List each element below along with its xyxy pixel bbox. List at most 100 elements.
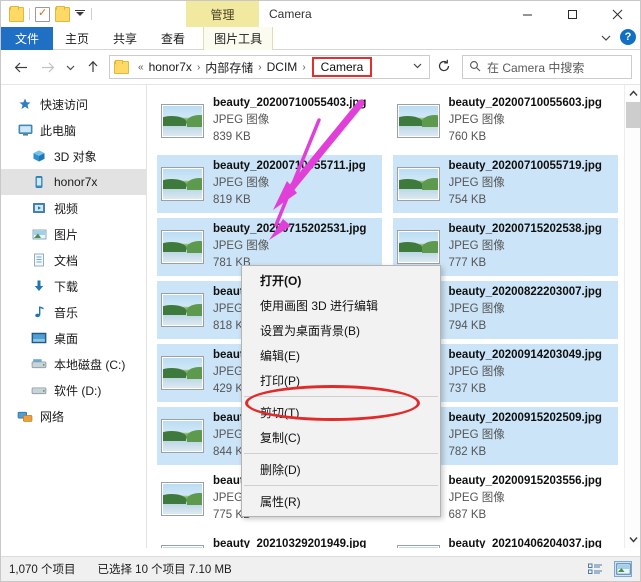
sidebar-item-software-d[interactable]: 软件 (D:): [1, 377, 146, 403]
status-bar: 1,070 个项目 已选择 10 个项目 7.10 MB: [1, 556, 640, 581]
tiles-view-icon[interactable]: [614, 561, 632, 577]
qat-divider: [29, 8, 30, 20]
file-item-text: beauty_20200710055711.jpg JPEG 图像 819 KB: [213, 158, 366, 209]
file-type: JPEG 图像: [213, 114, 270, 126]
file-item-inner[interactable]: beauty_20210329201949.jpgJPEG 图像1.10 MB: [157, 533, 382, 548]
file-item-inner[interactable]: beauty_20200710055719.jpg JPEG 图像 754 KB: [392, 154, 618, 213]
file-thumbnail-icon: [161, 355, 204, 390]
sidebar-item-pictures[interactable]: 图片: [1, 221, 146, 247]
recent-locations-button[interactable]: [61, 55, 79, 79]
file-item-inner[interactable]: beauty_20200710055711.jpg JPEG 图像 819 KB: [157, 154, 382, 213]
context-menu-item[interactable]: 复制(C): [242, 425, 440, 450]
tab-view[interactable]: 查看: [149, 27, 197, 50]
context-menu-item[interactable]: 使用画图 3D 进行编辑: [242, 293, 440, 318]
file-item[interactable]: beauty_20200710055603.jpg JPEG 图像 760 KB: [389, 89, 625, 152]
sidebar-item-this-pc[interactable]: 此电脑: [1, 117, 146, 143]
context-menu-item[interactable]: 设置为桌面背景(B): [242, 318, 440, 343]
sidebar-item-videos[interactable]: 视频: [1, 195, 146, 221]
file-size: 760 KB: [448, 131, 487, 143]
refresh-button[interactable]: [432, 59, 456, 76]
file-thumbnail-icon: [161, 229, 204, 264]
file-item-text: beauty_20200715202538.jpg JPEG 图像 777 KB: [449, 221, 602, 272]
ribbon-tab-strip: 文件 主页 共享 查看 图片工具 ?: [1, 27, 640, 50]
breadcrumb-dropdown-icon[interactable]: [407, 60, 427, 74]
sidebar-item-network[interactable]: 网络: [1, 403, 146, 429]
sidebar-item-local-disk-c[interactable]: 本地磁盘 (C:): [1, 351, 146, 377]
scroll-up-button[interactable]: [625, 85, 640, 102]
search-icon: [469, 60, 481, 75]
breadcrumb-chevron-3[interactable]: ›: [298, 62, 309, 73]
file-thumbnail-icon: [161, 292, 204, 327]
qat-divider-2: [91, 8, 92, 20]
window-title: Camera: [269, 1, 312, 27]
contextual-tab-manage[interactable]: 管理: [186, 1, 259, 27]
file-name: beauty_20200715202538.jpg: [448, 223, 602, 235]
tab-picture-tools[interactable]: 图片工具: [203, 27, 274, 50]
tab-share[interactable]: 共享: [101, 27, 149, 50]
sidebar-item-3d-objects[interactable]: 3D 对象: [1, 143, 146, 169]
list-view-icon[interactable]: [586, 561, 604, 577]
breadcrumb-item-honor7x[interactable]: honor7x: [148, 60, 193, 74]
video-icon: [31, 200, 47, 216]
maximize-button[interactable]: [550, 1, 595, 27]
file-item[interactable]: beauty_20200710055719.jpg JPEG 图像 754 KB: [389, 152, 625, 215]
file-item-text: beauty_20200914203049.jpg JPEG 图像 737 KB: [449, 347, 602, 398]
close-button[interactable]: [595, 1, 640, 27]
breadcrumb-bar[interactable]: « honor7x › 内部存储 › DCIM › Camera: [109, 55, 430, 79]
context-menu-item[interactable]: 属性(R): [242, 489, 440, 514]
file-type: JPEG 图像: [448, 177, 505, 189]
file-size: 737 KB: [448, 383, 487, 395]
sidebar-item-honor7x[interactable]: honor7x: [1, 169, 146, 195]
file-item[interactable]: beauty_20210329201949.jpgJPEG 图像1.10 MB: [153, 530, 389, 548]
view-mode-buttons: [586, 561, 632, 577]
tab-file[interactable]: 文件: [1, 27, 54, 50]
context-menu-item[interactable]: 编辑(E): [242, 343, 440, 368]
breadcrumb-chevron-1[interactable]: ›: [193, 62, 204, 73]
context-menu-item[interactable]: 打开(O): [242, 268, 440, 293]
file-item-inner[interactable]: beauty_20200710055403.jpg JPEG 图像 839 KB: [157, 92, 382, 150]
breadcrumb-item-dcim[interactable]: DCIM: [266, 60, 299, 74]
search-input[interactable]: 在 Camera 中搜索: [487, 59, 584, 76]
scroll-down-button[interactable]: [625, 531, 640, 548]
file-type: JPEG 图像: [448, 366, 505, 378]
customize-caret-icon[interactable]: [75, 9, 86, 20]
sidebar-item-quick-access[interactable]: 快速访问: [1, 91, 146, 117]
folder-icon[interactable]: [55, 5, 70, 22]
sidebar-item-desktop[interactable]: 桌面: [1, 325, 146, 351]
new-folder-icon[interactable]: [9, 5, 24, 22]
status-selection: 已选择 10 个项目 7.10 MB: [97, 564, 232, 576]
tab-home[interactable]: 主页: [53, 27, 101, 50]
sidebar-item-music[interactable]: 音乐: [1, 299, 146, 325]
file-item-inner[interactable]: beauty_20210406204037.jpgJPEG 图像838 KB: [393, 533, 618, 548]
sidebar-item-downloads[interactable]: 下载: [1, 273, 146, 299]
up-button[interactable]: [81, 55, 105, 79]
tab-file-label: 文件: [15, 32, 40, 46]
sidebar-item-label: 下载: [54, 279, 79, 294]
breadcrumb-overflow[interactable]: «: [134, 62, 148, 73]
file-item[interactable]: beauty_20210406204037.jpgJPEG 图像838 KB: [389, 530, 625, 548]
desktop-icon: [31, 332, 47, 344]
breadcrumb-chevron-2[interactable]: ›: [254, 62, 265, 73]
file-name: beauty_20200914203049.jpg: [448, 349, 602, 361]
back-button[interactable]: [9, 55, 33, 79]
minimize-button[interactable]: [505, 1, 550, 27]
file-item[interactable]: beauty_20200710055403.jpg JPEG 图像 839 KB: [153, 89, 389, 152]
network-icon: [17, 411, 33, 422]
vertical-scrollbar[interactable]: [624, 85, 640, 548]
breadcrumb-item-camera[interactable]: Camera: [311, 57, 373, 77]
sidebar-item-label: honor7x: [54, 175, 98, 189]
drive-icon: [31, 387, 47, 395]
search-box[interactable]: 在 Camera 中搜索: [462, 55, 632, 79]
file-item-inner[interactable]: beauty_20200710055603.jpg JPEG 图像 760 KB: [393, 92, 618, 150]
forward-button[interactable]: [35, 55, 59, 79]
monitor-icon: [17, 122, 33, 138]
context-menu-item[interactable]: 删除(D): [242, 457, 440, 482]
file-item[interactable]: beauty_20200710055711.jpg JPEG 图像 819 KB: [153, 152, 389, 215]
breadcrumb-item-internal-storage[interactable]: 内部存储: [204, 59, 254, 76]
scrollbar-thumb[interactable]: [626, 102, 640, 128]
chevron-down-icon[interactable]: [600, 31, 612, 43]
properties-icon[interactable]: [35, 6, 50, 22]
sidebar-item-documents[interactable]: 文档: [1, 247, 146, 273]
sidebar-item-label: 软件 (D:): [54, 383, 102, 398]
help-icon[interactable]: ?: [620, 29, 636, 45]
